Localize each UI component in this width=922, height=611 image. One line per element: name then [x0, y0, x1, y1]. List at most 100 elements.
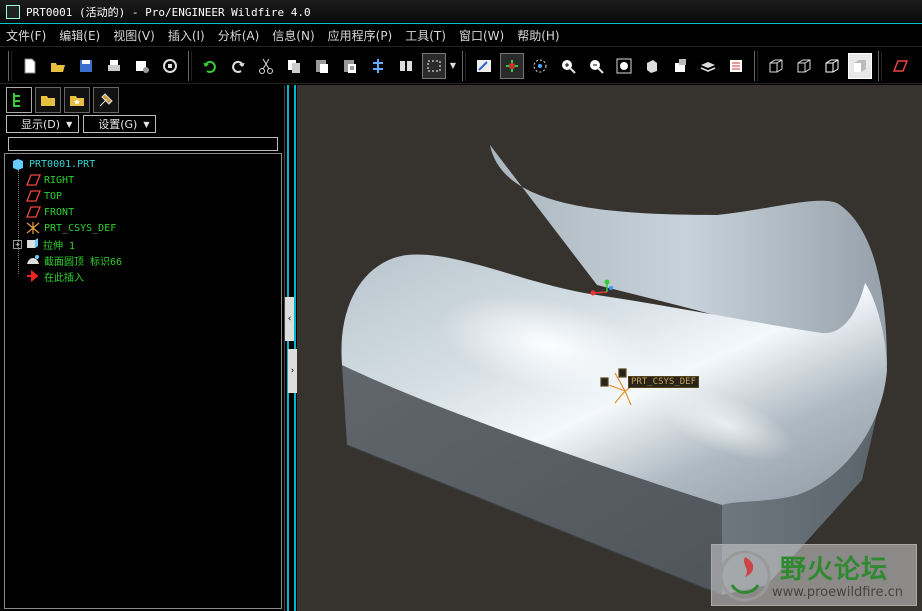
- menu-help[interactable]: 帮助(H): [517, 27, 559, 44]
- new-file-icon[interactable]: [18, 53, 42, 79]
- regenerate-icon[interactable]: [366, 53, 390, 79]
- find-icon[interactable]: [394, 53, 418, 79]
- chevron-down-icon: ▼: [143, 119, 150, 129]
- paste-special-icon[interactable]: [338, 53, 362, 79]
- toolbar-separator: [8, 50, 12, 81]
- menu-tools[interactable]: 工具(T): [405, 27, 446, 44]
- tree-item-label: RIGHT: [44, 174, 75, 186]
- toolbar-separator: [188, 50, 192, 81]
- watermark-url: www.proewildfire.cn: [772, 585, 903, 600]
- window-title: PRT0001 (活动的) - Pro/ENGINEER Wildfire 4.…: [26, 5, 311, 19]
- watermark-text: 野火论坛: [780, 555, 889, 585]
- shading-icon[interactable]: [848, 52, 872, 79]
- chevron-down-icon: ▼: [66, 119, 73, 129]
- sash-line: [294, 85, 296, 611]
- no-hidden-icon[interactable]: [820, 53, 844, 79]
- connections-tab[interactable]: [93, 87, 119, 113]
- tree-item-top[interactable]: TOP: [25, 188, 62, 204]
- wireframe-icon[interactable]: [764, 53, 788, 79]
- tree-item-label: 拉伸 1: [43, 240, 76, 252]
- tree-item-csys[interactable]: PRT_CSYS_DEF: [25, 220, 116, 236]
- tree-item-label: PRT_CSYS_DEF: [44, 222, 117, 234]
- tree-filter-input[interactable]: [8, 137, 278, 151]
- model-tree: PRT0001.PRT RIGHT TOP FRONT PRT_CSYS_DEF…: [4, 153, 282, 609]
- datum-plane-icon[interactable]: [888, 53, 912, 79]
- menu-file[interactable]: 文件(F): [6, 27, 46, 44]
- tree-item-label: 截面圆顶 标识66: [44, 256, 123, 268]
- menu-analysis[interactable]: 分析(A): [218, 27, 260, 44]
- panel-sash[interactable]: ‹ ›: [285, 85, 297, 611]
- show-dropdown[interactable]: 显示(D) ▼: [6, 115, 80, 133]
- insert-arrow-icon: [27, 269, 39, 283]
- view-manager-icon[interactable]: [724, 53, 748, 79]
- menu-info[interactable]: 信息(N): [272, 27, 314, 44]
- orient-icon[interactable]: [528, 53, 552, 79]
- tree-item-label: 在此插入: [44, 272, 84, 284]
- settings-dropdown-label: 设置(G): [98, 118, 138, 131]
- sash-line: [287, 85, 289, 611]
- toolbar-separator: [462, 50, 466, 81]
- regen-icon[interactable]: [158, 53, 182, 79]
- copy-icon[interactable]: [282, 53, 306, 79]
- save-icon[interactable]: [74, 53, 98, 79]
- tree-item-front[interactable]: FRONT: [25, 204, 74, 220]
- navigator-dropdowns: 显示(D) ▼ 设置(G) ▼: [6, 115, 160, 133]
- saved-views-icon[interactable]: [668, 53, 692, 79]
- tree-item-label: TOP: [44, 190, 63, 202]
- tree-item-root[interactable]: PRT0001.PRT: [10, 156, 95, 172]
- navigator-panel: 显示(D) ▼ 设置(G) ▼ PRT0001.PRT RIGHT TOP FR…: [0, 85, 285, 611]
- title-bar: PRT0001 (活动的) - Pro/ENGINEER Wildfire 4.…: [0, 0, 922, 24]
- cut-icon[interactable]: [254, 53, 278, 79]
- menu-bar: 文件(F) 编辑(E) 视图(V) 插入(I) 分析(A) 信息(N) 应用程序…: [0, 25, 922, 47]
- menu-view[interactable]: 视图(V): [113, 27, 155, 44]
- tree-item-label: FRONT: [44, 206, 75, 218]
- app-icon: [6, 4, 20, 19]
- csys-label: PRT_CSYS_DEF: [628, 376, 700, 388]
- open-file-icon[interactable]: [46, 53, 70, 79]
- redo-icon[interactable]: [226, 53, 250, 79]
- model-tree-icon: [13, 93, 20, 107]
- menu-edit[interactable]: 编辑(E): [59, 27, 100, 44]
- zoom-in-icon[interactable]: [556, 53, 580, 79]
- tools-icon: [99, 93, 113, 107]
- expand-right-icon[interactable]: ›: [288, 349, 297, 393]
- favorites-tab[interactable]: [64, 87, 90, 113]
- menu-window[interactable]: 窗口(W): [459, 27, 504, 44]
- collapse-left-icon[interactable]: ‹: [285, 297, 294, 341]
- folder-browser-tab[interactable]: [35, 87, 61, 113]
- menu-applications[interactable]: 应用程序(P): [328, 27, 393, 44]
- show-dropdown-label: 显示(D): [21, 118, 61, 131]
- shaded-part-model: [341, 145, 887, 596]
- model-tree-tab[interactable]: [6, 87, 32, 113]
- graphics-viewport[interactable]: PRT_CSYS_DEF: [297, 85, 922, 611]
- forum-watermark: 野火论坛 www.proewildfire.cn: [711, 544, 917, 606]
- repaint-icon[interactable]: [472, 53, 496, 79]
- tree-item-section-dome[interactable]: 截面圆顶 标识66: [25, 252, 122, 268]
- section-dome-icon: [27, 255, 39, 264]
- print-icon[interactable]: [102, 53, 126, 79]
- settings-dropdown[interactable]: 设置(G) ▼: [83, 115, 157, 133]
- reorient-icon[interactable]: [640, 53, 664, 79]
- tree-item-insert-here[interactable]: 在此插入: [25, 268, 84, 284]
- tree-item-right[interactable]: RIGHT: [25, 172, 74, 188]
- refit-icon[interactable]: [612, 53, 636, 79]
- send-email-icon[interactable]: [130, 53, 154, 79]
- main-toolbar: ▼: [0, 48, 922, 84]
- datum-plane-icon: [26, 174, 41, 186]
- zoom-out-icon[interactable]: [584, 53, 608, 79]
- paste-icon[interactable]: [310, 53, 334, 79]
- menu-insert[interactable]: 插入(I): [168, 27, 205, 44]
- spin-center-icon[interactable]: [500, 52, 524, 79]
- tree-line: [18, 170, 19, 274]
- csys-icon: [26, 222, 40, 234]
- select-box-icon[interactable]: [422, 52, 446, 79]
- expand-icon[interactable]: +: [13, 239, 22, 249]
- layers-icon[interactable]: [696, 53, 720, 79]
- hidden-line-icon[interactable]: [792, 53, 816, 79]
- navigator-tabs: [6, 87, 122, 113]
- toolbar-separator: [878, 50, 882, 81]
- undo-icon[interactable]: [198, 53, 222, 79]
- tree-item-extrude[interactable]: + 拉伸 1: [13, 236, 75, 252]
- tree-item-label: PRT0001.PRT: [29, 158, 96, 170]
- chevron-down-icon[interactable]: ▼: [448, 53, 458, 79]
